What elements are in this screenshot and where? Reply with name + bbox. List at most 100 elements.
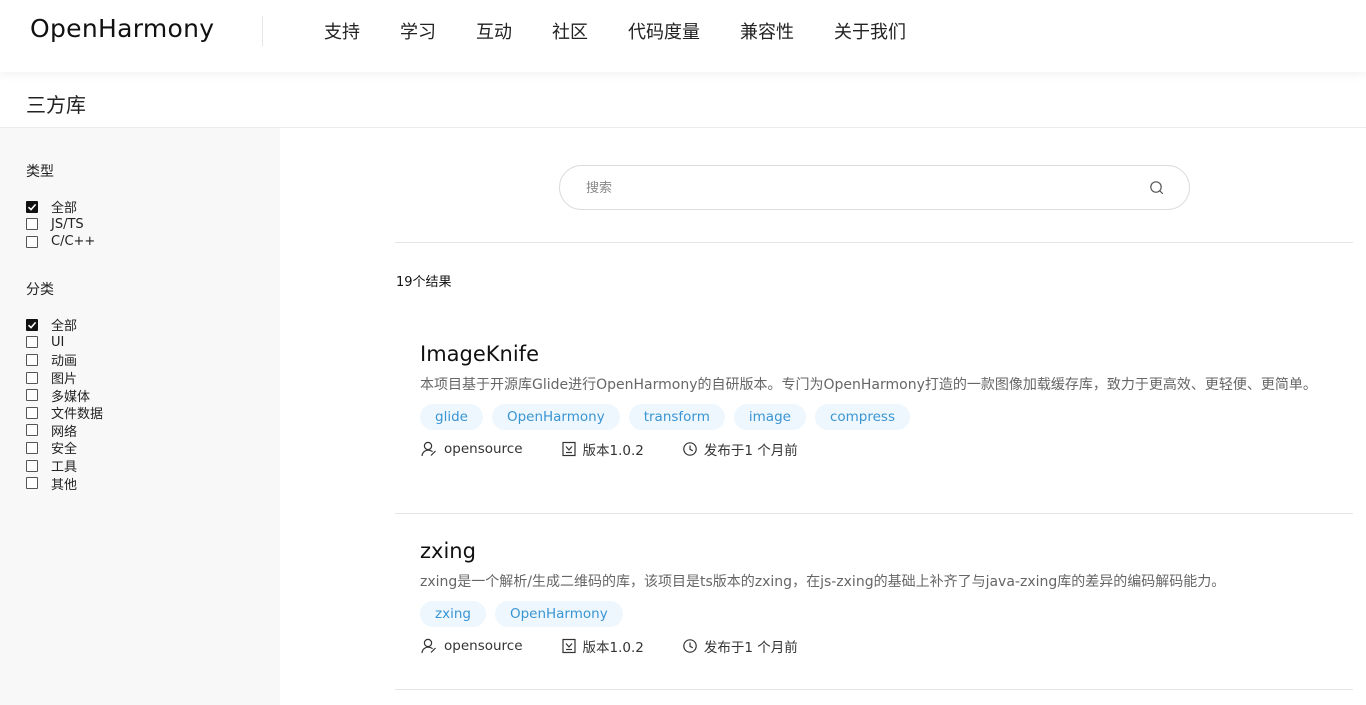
page-header: 三方库 [0,72,1366,128]
checkbox[interactable] [26,336,38,349]
publish-date: 发布于1 个月前 [682,439,798,459]
openharmony-logo[interactable]: OpenHarmony [30,14,214,43]
type-filter-title: 类型 [26,164,54,180]
filter-option[interactable]: 全部 [26,316,103,334]
filter-option[interactable]: 图片 [26,369,103,387]
results-divider [395,242,1353,243]
filter-option-label: 文件数据 [51,407,104,423]
clock-icon [683,639,697,653]
nav-item-compatibility[interactable]: 兼容性 [740,18,794,44]
nav-item-learn[interactable]: 学习 [400,18,436,44]
author-name: opensource [444,638,523,654]
filter-option-label: 全部 [51,201,78,217]
author: opensource [420,440,523,458]
publish-date-label: 发布于1 个月前 [703,640,798,656]
category-filter-group: 分类 全部 UI 动画图片 多媒体文件数据 网络安全工具 其他 [26,279,103,493]
filter-option[interactable]: 其他 [26,474,103,493]
filter-option-label: 其他 [51,477,78,493]
version-icon [561,441,576,457]
user-icon [421,441,436,457]
filter-option[interactable]: 全部 [26,198,95,216]
filter-option[interactable]: 安全 [26,439,103,457]
checkbox[interactable] [26,406,38,419]
filter-option[interactable]: JS/TS [26,216,95,234]
checkbox[interactable] [26,353,38,366]
filter-option-label: 动画 [51,354,78,370]
result-count: 19个结果 [396,275,452,290]
card-body: zxing zxing是一个解析/生成二维码的库，该项目是ts版本的zxing，… [420,539,1325,656]
nav-item-code-metrics[interactable]: 代码度量 [628,18,700,44]
library-name[interactable]: ImageKnife [420,342,1325,366]
library-description: 本项目基于开源库Glide进行OpenHarmony的自研版本。专门为OpenH… [420,377,1317,393]
library-card[interactable]: zxing zxing是一个解析/生成二维码的库，该项目是ts版本的zxing，… [395,514,1353,690]
filter-option-label: 多媒体 [51,389,91,405]
checkbox[interactable] [26,389,38,402]
author: opensource [420,637,523,655]
search-icon[interactable] [1149,180,1165,196]
library-meta: opensource 版本1.0.2 发布于1 个月前 [420,439,1325,459]
version: 版本1.0.2 [561,439,644,459]
version-label: 版本1.0.2 [582,443,644,459]
library-name[interactable]: zxing [420,539,1325,563]
category-filter-title: 分类 [26,282,54,298]
filter-sidebar: 类型 全部 JS/TS C/C++ 分类 全部 UI 动画 图片 多媒体 文件数据 网络 安全 工具… [0,128,280,705]
card-body: ImageKnife 本项目基于开源库Glide进行OpenHarmony的自研… [420,342,1325,459]
version-icon [561,638,576,654]
filter-option-label: JS/TS [51,216,84,232]
user-icon [421,638,436,654]
tag[interactable]: image [733,404,806,430]
checkbox[interactable] [26,371,38,384]
nav-item-support[interactable]: 支持 [324,18,360,44]
filter-option[interactable]: 文件数据 [26,404,103,422]
checkbox[interactable] [26,441,38,454]
library-meta: opensource 版本1.0.2 发布于1 个月前 [420,636,1325,656]
publish-date-label: 发布于1 个月前 [703,443,798,459]
checkbox[interactable] [26,318,38,331]
checkbox[interactable] [26,477,38,490]
checkbox[interactable] [26,235,38,248]
filter-option-label: C/C++ [51,234,96,250]
nav-item-about-us[interactable]: 关于我们 [834,18,906,44]
page-title: 三方库 [26,93,86,117]
version-label: 版本1.0.2 [582,640,644,656]
filter-option[interactable]: 动画 [26,351,103,369]
checkbox[interactable] [26,218,38,231]
checkbox[interactable] [26,200,38,213]
checkmark-icon [27,321,37,329]
main-content: 19个结果 ImageKnife 本项目基于开源库Glide进行OpenHarm… [280,128,1366,705]
filter-option-label: UI [51,334,65,350]
filter-option-label: 网络 [51,424,78,440]
search-box [559,165,1190,210]
version: 版本1.0.2 [561,636,644,656]
main-nav: 支持 学习 互动 社区 代码度量 兼容性 关于我们 [324,18,906,44]
clock-icon [683,442,697,456]
library-card[interactable]: ImageKnife 本项目基于开源库Glide进行OpenHarmony的自研… [395,318,1353,514]
library-description: zxing是一个解析/生成二维码的库，该项目是ts版本的zxing，在js-zx… [420,574,1226,590]
filter-option[interactable]: C/C++ [26,233,95,251]
filter-option-label: 安全 [51,442,78,458]
author-name: opensource [444,441,523,457]
checkbox[interactable] [26,459,38,472]
tag[interactable]: compress [814,404,910,430]
filter-option-label: 工具 [51,460,78,476]
top-navigation-bar: OpenHarmony 支持 学习 互动 社区 代码度量 兼容性 关于我们 [0,0,1366,72]
tag-list: glide OpenHarmony transform image compre… [420,404,1325,430]
filter-option[interactable]: 网络 [26,422,103,440]
filter-option-label: 全部 [51,319,78,335]
tag[interactable]: glide [420,404,483,430]
nav-item-interact[interactable]: 互动 [476,18,512,44]
tag[interactable]: OpenHarmony [491,404,620,430]
tag[interactable]: zxing [420,601,486,627]
tag[interactable]: transform [628,404,725,430]
filter-option-label: 图片 [51,372,78,388]
logo-divider [262,16,263,46]
search-input[interactable] [586,176,1126,200]
checkbox[interactable] [26,424,38,437]
nav-item-community[interactable]: 社区 [552,18,588,44]
filter-option[interactable]: UI [26,334,103,352]
tag[interactable]: OpenHarmony [494,601,623,627]
filter-option[interactable]: 工具 [26,457,103,475]
filter-option[interactable]: 多媒体 [26,386,103,405]
type-filter-group: 类型 全部 JS/TS C/C++ [26,161,95,251]
tag-list: zxing OpenHarmony [420,601,1325,627]
